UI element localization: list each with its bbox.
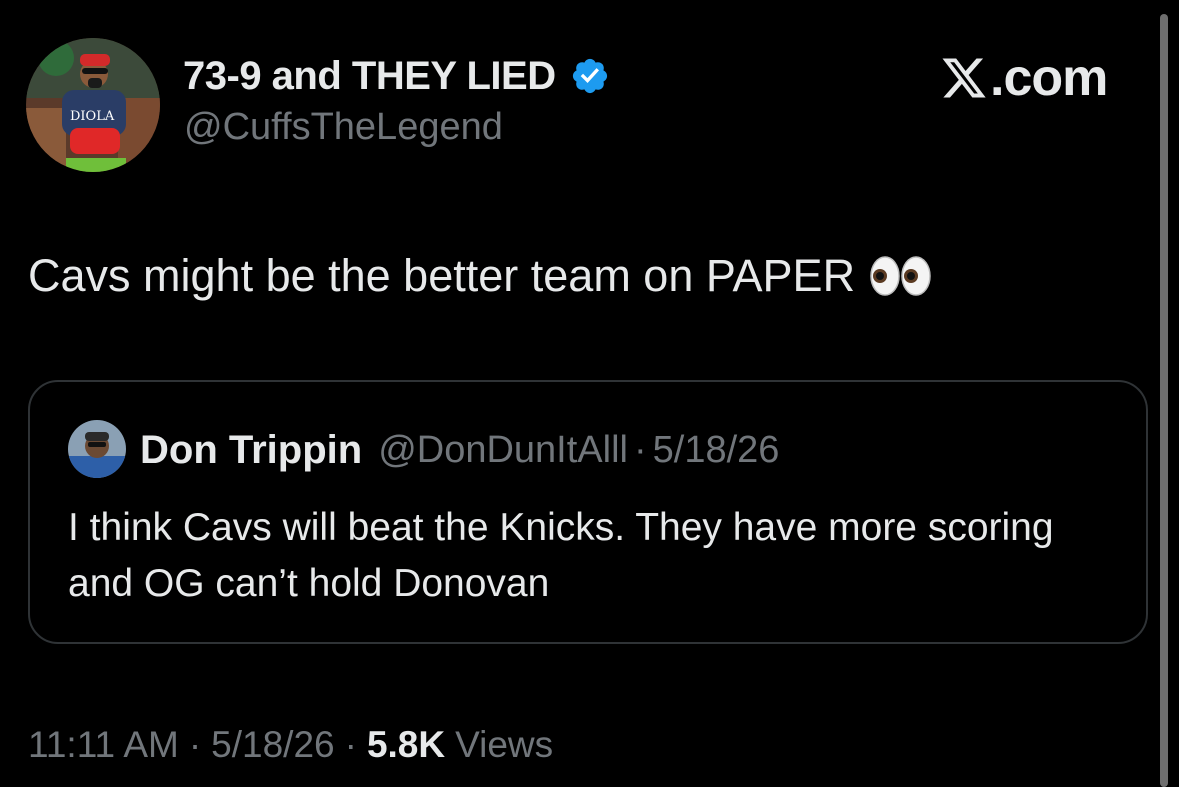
brand-mark: .com (940, 49, 1108, 107)
tweet-meta: 11:11 AM · 5/18/26 · 5.8K Views (28, 720, 553, 770)
views-label: Views (455, 724, 554, 765)
quoted-author-handle[interactable]: @DonDunItAlll (378, 429, 628, 472)
brand-text: .com (990, 49, 1108, 107)
svg-text:DIOLA: DIOLA (70, 109, 115, 124)
author-avatar[interactable]: DIOLA (26, 38, 160, 172)
meta-separator: · (344, 724, 357, 765)
verified-badge-icon (572, 58, 607, 94)
quoted-date[interactable]: 5/18/26 (653, 429, 780, 472)
author-handle[interactable]: @CuffsTheLegend (184, 106, 503, 149)
quoted-author-avatar[interactable] (68, 420, 126, 478)
tweet-date[interactable]: 5/18/26 (211, 724, 334, 766)
quoted-separator: · (633, 428, 647, 471)
tweet-time[interactable]: 11:11 AM (28, 724, 179, 766)
tweet-text: Cavs might be the better team on PAPER (28, 250, 856, 301)
quoted-author-name[interactable]: Don Trippin (140, 428, 362, 473)
author-display-name[interactable]: 73-9 and THEY LIED (183, 54, 556, 99)
tweet-body: Cavs might be the better team on PAPER (28, 250, 933, 302)
quoted-tweet-text: I think Cavs will beat the Knicks. They … (68, 506, 1054, 605)
scrollbar[interactable] (1160, 14, 1168, 787)
eyes-emoji-icon (869, 254, 933, 298)
meta-separator: · (188, 724, 202, 765)
quoted-tweet-card[interactable]: Don Trippin @DonDunItAlll · 5/18/26 I th… (28, 380, 1148, 644)
views-count: 5.8K (366, 724, 446, 765)
x-logo-icon (942, 58, 986, 98)
